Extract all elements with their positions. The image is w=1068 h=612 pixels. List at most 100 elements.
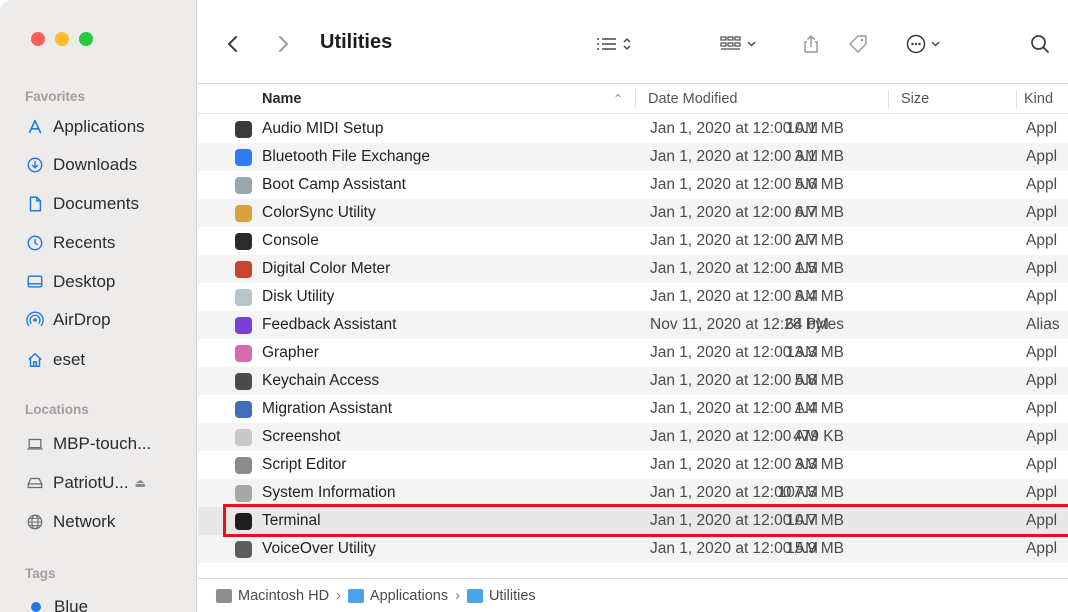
sidebar-item-applications[interactable]: Applications	[25, 114, 145, 140]
column-name[interactable]: Name	[262, 84, 302, 114]
tag-icon[interactable]	[846, 30, 870, 58]
file-date-modified: Jan 1, 2020 at 12:00 AM	[650, 456, 819, 473]
recents-icon	[25, 233, 45, 253]
table-row[interactable]: Disk Utility Jan 1, 2020 at 12:00 AM 8.4 M…	[198, 283, 1068, 311]
file-date-modified: Jan 1, 2020 at 12:00 AM	[650, 232, 819, 249]
favorites-section-title: Favorites	[25, 89, 86, 104]
table-row[interactable]: Script Editor Jan 1, 2020 at 12:00 AM 3.3 …	[198, 451, 1068, 479]
file-name: Grapher	[262, 344, 319, 361]
sidebar-item-patriot[interactable]: PatriotU... ⏏	[25, 470, 146, 496]
table-row[interactable]: Audio MIDI Setup Jan 1, 2020 at 12:00 AM 1…	[198, 115, 1068, 143]
path-item-macintosh-hd[interactable]: Macintosh HD	[238, 588, 329, 604]
path-item-applications[interactable]: Applications	[370, 588, 448, 604]
table-row[interactable]: Bluetooth File Exchange Jan 1, 2020 at 12…	[198, 143, 1068, 171]
sort-ascending-icon[interactable]: ⌃	[613, 84, 623, 114]
sidebar-item-documents[interactable]: Documents	[25, 191, 139, 217]
app-icon	[235, 345, 252, 362]
file-kind: Appl	[1026, 344, 1058, 361]
desktop-icon	[25, 272, 45, 292]
column-kind[interactable]: Kind	[1024, 84, 1053, 114]
sidebar-item-label: Documents	[53, 194, 139, 213]
sidebar-item-label: Applications	[53, 117, 145, 136]
file-size: 64 bytes	[785, 316, 844, 333]
file-kind: Appl	[1026, 260, 1058, 277]
sidebar-item-label: AirDrop	[53, 310, 111, 329]
file-size: 6.7 MB	[794, 204, 844, 221]
sidebar-item-airdrop[interactable]: AirDrop	[25, 307, 111, 333]
share-icon[interactable]	[799, 30, 823, 58]
file-date-modified: Jan 1, 2020 at 12:00 AM	[650, 288, 819, 305]
column-date[interactable]: Date Modified	[648, 84, 737, 114]
table-row[interactable]: Feedback Assistant Nov 11, 2020 at 12:28 …	[198, 311, 1068, 339]
app-icon	[235, 513, 252, 530]
sidebar-item-desktop[interactable]: Desktop	[25, 269, 115, 295]
table-row[interactable]: Boot Camp Assistant Jan 1, 2020 at 12:00 …	[198, 171, 1068, 199]
file-name: Bluetooth File Exchange	[262, 148, 431, 165]
sidebar-item-eset[interactable]: eset	[25, 347, 85, 373]
sidebar-item-label: Network	[53, 512, 116, 531]
file-size: 2.7 MB	[794, 232, 844, 249]
file-kind: Appl	[1026, 428, 1058, 445]
table-row[interactable]: Keychain Access Jan 1, 2020 at 12:00 AM 5.…	[198, 367, 1068, 395]
path-separator: ›	[455, 587, 460, 604]
table-row[interactable]: Migration Assistant Jan 1, 2020 at 12:00 …	[198, 395, 1068, 423]
eject-icon[interactable]: ⏏	[135, 476, 146, 490]
file-date-modified: Jan 1, 2020 at 12:00 AM	[650, 372, 819, 389]
file-date-modified: Jan 1, 2020 at 12:00 AM	[650, 176, 819, 193]
file-kind: Appl	[1026, 456, 1058, 473]
network-icon	[25, 512, 45, 532]
sidebar-item-label: MBP-touch...	[53, 434, 152, 453]
file-name: Keychain Access	[262, 372, 380, 389]
table-row[interactable]: Terminal Jan 1, 2020 at 12:00 AM 10.7 MB Ap…	[198, 507, 1068, 535]
file-name: VoiceOver Utility	[262, 540, 376, 557]
table-row[interactable]: VoiceOver Utility Jan 1, 2020 at 12:00 AM…	[198, 535, 1068, 563]
more-ellipsis-icon[interactable]	[905, 30, 949, 58]
table-row[interactable]: Digital Color Meter Jan 1, 2020 at 12:00 …	[198, 255, 1068, 283]
file-size: 10.7 MB	[786, 512, 844, 529]
file-size: 13.3 MB	[786, 344, 844, 361]
tag-blue-dot	[31, 602, 41, 612]
file-name: ColorSync Utility	[262, 204, 376, 221]
table-row[interactable]: Grapher Jan 1, 2020 at 12:00 AM 13.3 MB App…	[198, 339, 1068, 367]
file-name: Audio MIDI Setup	[262, 120, 384, 137]
file-kind: Appl	[1026, 232, 1058, 249]
table-row[interactable]: Console Jan 1, 2020 at 12:00 AM 2.7 MB Appl	[198, 227, 1068, 255]
file-name: Screenshot	[262, 428, 341, 445]
file-date-modified: Jan 1, 2020 at 12:00 AM	[650, 148, 819, 165]
table-row[interactable]: ColorSync Utility Jan 1, 2020 at 12:00 AM…	[198, 199, 1068, 227]
file-date-modified: Jan 1, 2020 at 12:00 AM	[650, 400, 819, 417]
app-icon	[235, 121, 252, 138]
column-size[interactable]: Size	[901, 84, 929, 114]
search-icon[interactable]	[1028, 30, 1052, 58]
list-view-icon[interactable]	[593, 30, 639, 58]
minimize-window-button[interactable]	[55, 32, 69, 46]
path-bar: Macintosh HD › Applications › Utilities	[198, 578, 1068, 612]
sidebar-item-recents[interactable]: Recents	[25, 230, 115, 256]
file-name: Boot Camp Assistant	[262, 176, 406, 193]
chevron-left-icon[interactable]	[222, 30, 244, 58]
column-header: Name ⌃ Date Modified Size Kind	[198, 84, 1068, 114]
app-icon	[235, 289, 252, 306]
file-kind: Appl	[1026, 176, 1058, 193]
path-item-utilities[interactable]: Utilities	[489, 588, 536, 604]
file-kind: Appl	[1026, 204, 1058, 221]
sidebar-item-label: Blue	[54, 597, 89, 612]
sidebar-item-tag-blue[interactable]: Blue	[25, 594, 88, 612]
app-icon	[235, 485, 252, 502]
table-row[interactable]: Screenshot Jan 1, 2020 at 12:00 AM 479 KB A…	[198, 423, 1068, 451]
close-window-button[interactable]	[31, 32, 45, 46]
file-kind: Appl	[1026, 540, 1058, 557]
app-icon	[235, 457, 252, 474]
sidebar-item-downloads[interactable]: Downloads	[25, 152, 137, 178]
file-date-modified: Jan 1, 2020 at 12:00 AM	[650, 204, 819, 221]
sidebar-item-label: PatriotU...	[53, 473, 129, 492]
grid-group-icon[interactable]	[718, 30, 764, 58]
table-row[interactable]: System Information Jan 1, 2020 at 12:00 A…	[198, 479, 1068, 507]
app-icon	[235, 317, 252, 334]
file-size: 3.3 MB	[794, 456, 844, 473]
chevron-right-icon[interactable]	[272, 30, 294, 58]
app-icon	[235, 233, 252, 250]
sidebar-item-mbp[interactable]: MBP-touch...	[25, 431, 151, 457]
sidebar-item-network[interactable]: Network	[25, 509, 115, 535]
zoom-window-button[interactable]	[79, 32, 93, 46]
